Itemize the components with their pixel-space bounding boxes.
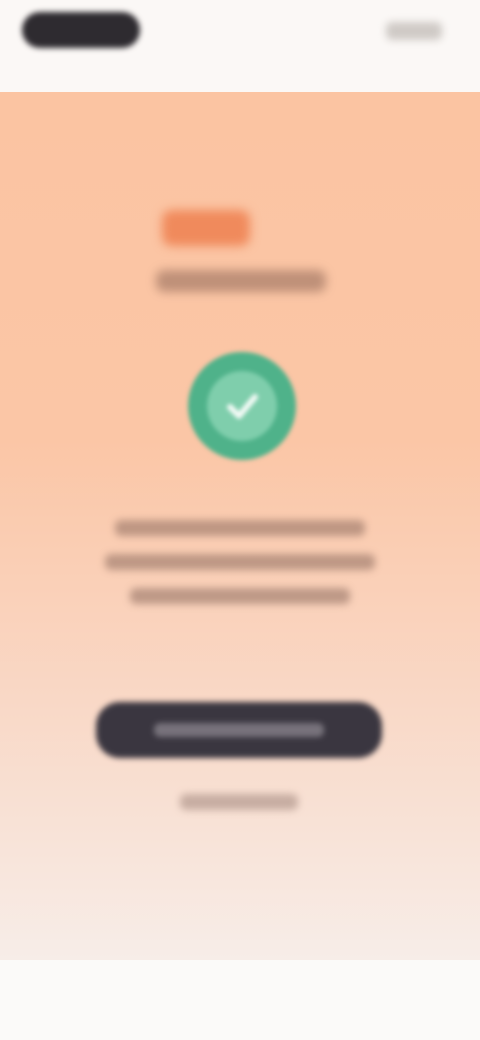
status-bar (0, 0, 480, 92)
back-button[interactable] (22, 12, 140, 48)
status-icons (386, 22, 442, 40)
continue-button[interactable] (96, 702, 382, 758)
message-line (105, 554, 375, 570)
check-circle-inner (207, 371, 277, 441)
check-mark-icon (227, 394, 258, 419)
confirmation-message (92, 520, 388, 622)
content-sheet (0, 92, 480, 960)
check-circle-icon (188, 352, 296, 460)
brand-name (156, 270, 326, 292)
secondary-link[interactable] (180, 794, 298, 810)
app-screen (0, 0, 480, 1040)
bottom-bar (0, 960, 480, 1040)
brand-logo-icon (162, 210, 250, 246)
continue-button-label (154, 723, 324, 737)
message-line (130, 588, 350, 604)
message-line (115, 520, 365, 536)
